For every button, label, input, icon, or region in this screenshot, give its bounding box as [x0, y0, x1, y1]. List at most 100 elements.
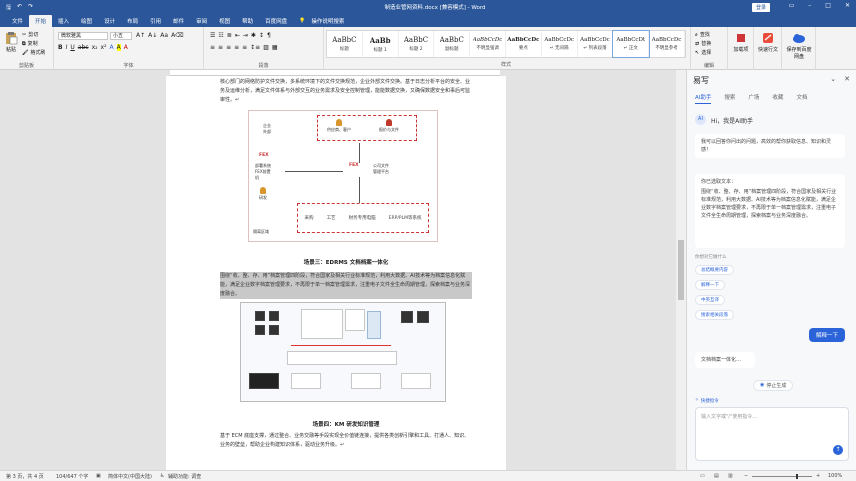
tab-layout[interactable]: 布局: [121, 15, 144, 27]
undo-icon[interactable]: ↶: [17, 3, 22, 13]
ai-tab-favorites[interactable]: 收藏: [772, 93, 783, 104]
zoom-slider[interactable]: [752, 474, 812, 479]
font-color-button[interactable]: A: [124, 44, 128, 51]
tell-me-search[interactable]: 操作说明搜索: [311, 17, 344, 25]
tab-insert[interactable]: 插入: [52, 15, 75, 27]
clear-format-icon[interactable]: A⌫: [171, 32, 184, 39]
close-icon[interactable]: ✕: [844, 75, 850, 83]
caption-scene-4[interactable]: 场景四：KM 研发知识管理: [220, 420, 472, 428]
quick-write-button[interactable]: 快速行文: [757, 31, 779, 53]
shrink-font-icon[interactable]: A↓: [148, 32, 157, 39]
read-mode-icon[interactable]: ▤: [714, 473, 719, 479]
maximize-icon[interactable]: □: [825, 2, 831, 9]
ai-tab-documents[interactable]: 文档: [796, 93, 807, 104]
stop-generating-button[interactable]: ◉ 停止生成: [753, 380, 794, 391]
style-subtle-reference[interactable]: AaBbCcDc 不明显参考: [649, 31, 685, 57]
strikethrough-button[interactable]: abc: [78, 44, 89, 51]
figure-network-diagram[interactable]: 企业 外部 供应商、客户 报价与文件 FEX 部署系统 FEX前置 机 FEX …: [248, 110, 438, 242]
bullets-icon[interactable]: ☰: [210, 32, 215, 39]
ai-tab-plaza[interactable]: 广场: [748, 93, 759, 104]
ribbon-display-icon[interactable]: ▭: [789, 2, 795, 9]
change-case-icon[interactable]: Aa: [160, 32, 168, 39]
scrollbar-thumb[interactable]: [678, 240, 684, 300]
paste-button[interactable]: 粘贴: [4, 31, 18, 53]
borders-icon[interactable]: ▦: [272, 44, 278, 51]
distributed-icon[interactable]: ≡: [242, 44, 247, 51]
ai-tab-assistant[interactable]: AI助手: [695, 93, 712, 104]
quick-commands[interactable]: ✧ 快捷指令: [695, 398, 719, 404]
chip-explain[interactable]: 解释一下: [695, 280, 725, 290]
font-size-select[interactable]: 小五: [110, 32, 132, 40]
zoom-slider-thumb[interactable]: [796, 474, 798, 479]
document-page[interactable]: 核心部门的网络防护文件交换，多系统环境下的文件交换规范，企业外部文件交换。基于日…: [166, 76, 506, 470]
style-strong[interactable]: AaBbCcDc 要点: [506, 31, 542, 57]
show-marks-icon[interactable]: ¶: [267, 32, 271, 39]
style-list-paragraph[interactable]: AaBbCcDc ↵ 列表段落: [578, 31, 614, 57]
style-subtitle[interactable]: AaBbC 副标题: [434, 31, 471, 57]
tab-baidu-netdisk[interactable]: 百度网盘: [259, 15, 293, 27]
numbering-icon[interactable]: ☷: [218, 32, 223, 39]
paragraph-scene-4[interactable]: 基于 ECM 底座支撑，通过整合、业务交融等手段实现全价值链连接，提供各类创新引…: [220, 432, 472, 450]
select-button[interactable]: ↖ 选择: [695, 49, 711, 57]
save-to-baidu-button[interactable]: 保存到百度网盘: [785, 31, 813, 60]
highlight-button[interactable]: A: [116, 44, 121, 51]
superscript-button[interactable]: x²: [101, 44, 107, 51]
style-normal[interactable]: AaBbCcDt ↵ 正文: [612, 30, 651, 58]
tab-home[interactable]: 开始: [29, 14, 53, 27]
word-count[interactable]: 104/647 个字: [56, 473, 88, 480]
figure-architecture-diagram[interactable]: [240, 302, 446, 402]
tab-help[interactable]: 帮助: [236, 15, 259, 27]
tab-references[interactable]: 引用: [144, 15, 167, 27]
proofing-icon[interactable]: ▣: [96, 473, 101, 479]
ai-tab-search[interactable]: 搜索: [724, 93, 735, 104]
close-icon[interactable]: ✕: [845, 2, 850, 9]
web-layout-icon[interactable]: ▥: [728, 473, 733, 479]
login-button[interactable]: 登录: [752, 3, 771, 12]
font-name-select[interactable]: 微软雅黑: [58, 32, 108, 40]
chip-summarize[interactable]: 总结概要内容: [695, 265, 734, 275]
tab-file[interactable]: 文件: [6, 15, 29, 27]
addins-button[interactable]: 加载项: [731, 31, 751, 53]
ai-input-box[interactable]: 输入文字或"/"使用指令… ↑: [695, 407, 849, 461]
justify-icon[interactable]: ≡: [234, 44, 239, 51]
italic-button[interactable]: I: [66, 44, 68, 51]
zoom-level[interactable]: 100%: [828, 473, 842, 479]
page-count[interactable]: 第 3 页，共 4 页: [6, 473, 44, 480]
bold-button[interactable]: B: [58, 44, 63, 51]
style-subtle-emphasis[interactable]: AaBbCcDc 不明显强调: [470, 31, 506, 57]
copy-button[interactable]: ⧉ 复制: [22, 40, 45, 48]
tab-mailings[interactable]: 邮件: [167, 15, 190, 27]
format-painter-button[interactable]: 🖌 格式刷: [22, 49, 45, 57]
save-icon[interactable]: 🖫: [6, 3, 11, 13]
style-heading-1[interactable]: AaBb 标题 1: [363, 31, 399, 57]
tab-draw[interactable]: 绘图: [75, 15, 98, 27]
align-left-icon[interactable]: ≡: [210, 44, 215, 51]
grow-font-icon[interactable]: A↑: [136, 32, 145, 39]
paragraph-intro[interactable]: 核心部门的网络防护文件交换，多系统环境下的文件交换规范，企业外部文件交换。基于日…: [220, 78, 472, 105]
shading-icon[interactable]: ▨: [263, 44, 269, 51]
caption-scene-3[interactable]: 场景三：EDRMS 文档档案一体化: [220, 258, 472, 266]
send-icon[interactable]: ↑: [833, 445, 843, 455]
chip-search-paragraphs[interactable]: 搜索相关段落: [695, 310, 734, 320]
tab-design[interactable]: 设计: [98, 15, 121, 27]
accessibility-status[interactable]: 辅助功能: 调查: [168, 473, 201, 480]
underline-button[interactable]: U: [70, 44, 74, 51]
subscript-button[interactable]: x₂: [92, 44, 98, 51]
chinese-layout-icon[interactable]: ✱: [251, 32, 256, 39]
language-indicator[interactable]: 简体中文(中国大陆): [108, 473, 152, 480]
text-effects-button[interactable]: A: [110, 44, 114, 51]
increase-indent-icon[interactable]: ⇥: [243, 32, 248, 39]
cut-button[interactable]: ✂ 剪切: [22, 31, 45, 39]
tab-review[interactable]: 审阅: [190, 15, 213, 27]
line-spacing-icon[interactable]: ↕≡: [250, 44, 260, 51]
style-heading-2[interactable]: AaBbC 标题 2: [399, 31, 435, 57]
style-title[interactable]: AaBbC 标题: [327, 31, 363, 57]
document-area[interactable]: 核心部门的网络防护文件交换，多系统环境下的文件交换规范，企业外部文件交换。基于日…: [0, 70, 686, 470]
align-right-icon[interactable]: ≡: [226, 44, 231, 51]
minimize-icon[interactable]: –: [808, 2, 811, 9]
multilevel-list-icon[interactable]: ≣: [227, 32, 232, 39]
zoom-in-icon[interactable]: +: [816, 473, 820, 479]
tab-view[interactable]: 视图: [213, 15, 236, 27]
align-center-icon[interactable]: ≡: [218, 44, 223, 51]
vertical-scrollbar[interactable]: [676, 70, 686, 470]
